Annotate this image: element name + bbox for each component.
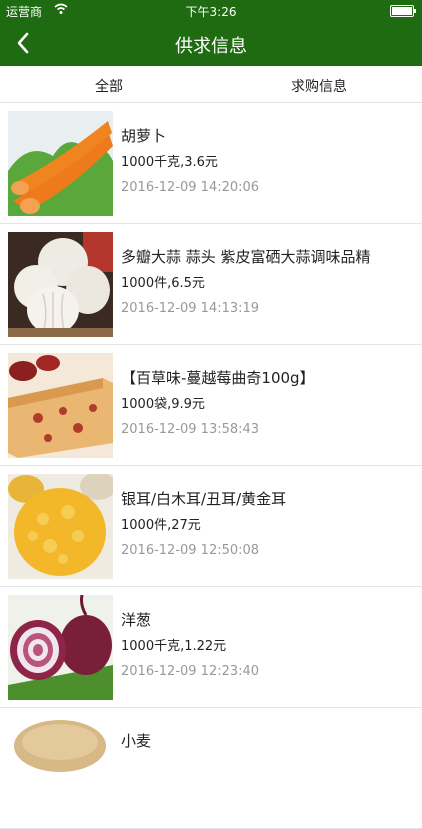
status-time: 下午3:26 [185,5,237,19]
list-item[interactable]: 多瓣大蒜 蒜头 紫皮富硒大蒜调味品精 1000件,6.5元 2016-12-09… [0,224,422,345]
item-price: 1000袋,9.9元 [121,397,205,412]
item-title: 洋葱 [121,611,152,629]
fungus-image [8,474,113,579]
carrot-image [8,111,113,216]
tab-bar: 全部 求购信息 [0,66,422,103]
top-bar: 运营商 下午3:26 供求信息 [0,0,422,66]
cookie-image [8,353,113,458]
status-bar: 运营商 下午3:26 [0,0,422,22]
item-price: 1000千克,3.6元 [121,155,218,170]
item-price: 1000千克,1.22元 [121,639,227,654]
tab-all[interactable]: 全部 [95,76,123,96]
item-title: 小麦 [121,732,152,750]
list-item[interactable]: 银耳/白木耳/丑耳/黄金耳 1000件,27元 2016-12-09 12:50… [0,466,422,587]
item-price: 1000件,6.5元 [121,276,205,291]
list-item[interactable]: 胡萝卜 1000千克,3.6元 2016-12-09 14:20:06 [0,103,422,224]
battery-icon [390,5,416,17]
list-item[interactable]: 洋葱 1000千克,1.22元 2016-12-09 12:23:40 [0,587,422,708]
item-date: 2016-12-09 13:58:43 [121,422,260,437]
onion-image [8,595,113,700]
list-item[interactable]: 小麦 [0,708,422,829]
garlic-image [8,232,113,337]
item-date: 2016-12-09 12:23:40 [121,664,260,679]
tab-purchase-info[interactable]: 求购信息 [291,76,347,96]
page-title: 供求信息 [175,36,247,57]
nav-bar: 供求信息 [0,22,422,66]
item-date: 2016-12-09 12:50:08 [121,543,260,558]
item-title: 胡萝卜 [121,127,167,145]
item-date: 2016-12-09 14:13:19 [121,301,260,316]
supply-list: 胡萝卜 1000千克,3.6元 2016-12-09 14:20:06 多瓣大蒜… [0,103,422,829]
wheat-image [8,716,113,821]
item-title: 银耳/白木耳/丑耳/黄金耳 [121,490,287,508]
item-price: 1000件,27元 [121,518,201,533]
item-title: 多瓣大蒜 蒜头 紫皮富硒大蒜调味品精 [121,248,371,266]
item-date: 2016-12-09 14:20:06 [121,180,260,195]
item-title: 【百草味-蔓越莓曲奇100g】 [121,369,315,387]
list-item[interactable]: 【百草味-蔓越莓曲奇100g】 1000袋,9.9元 2016-12-09 13… [0,345,422,466]
